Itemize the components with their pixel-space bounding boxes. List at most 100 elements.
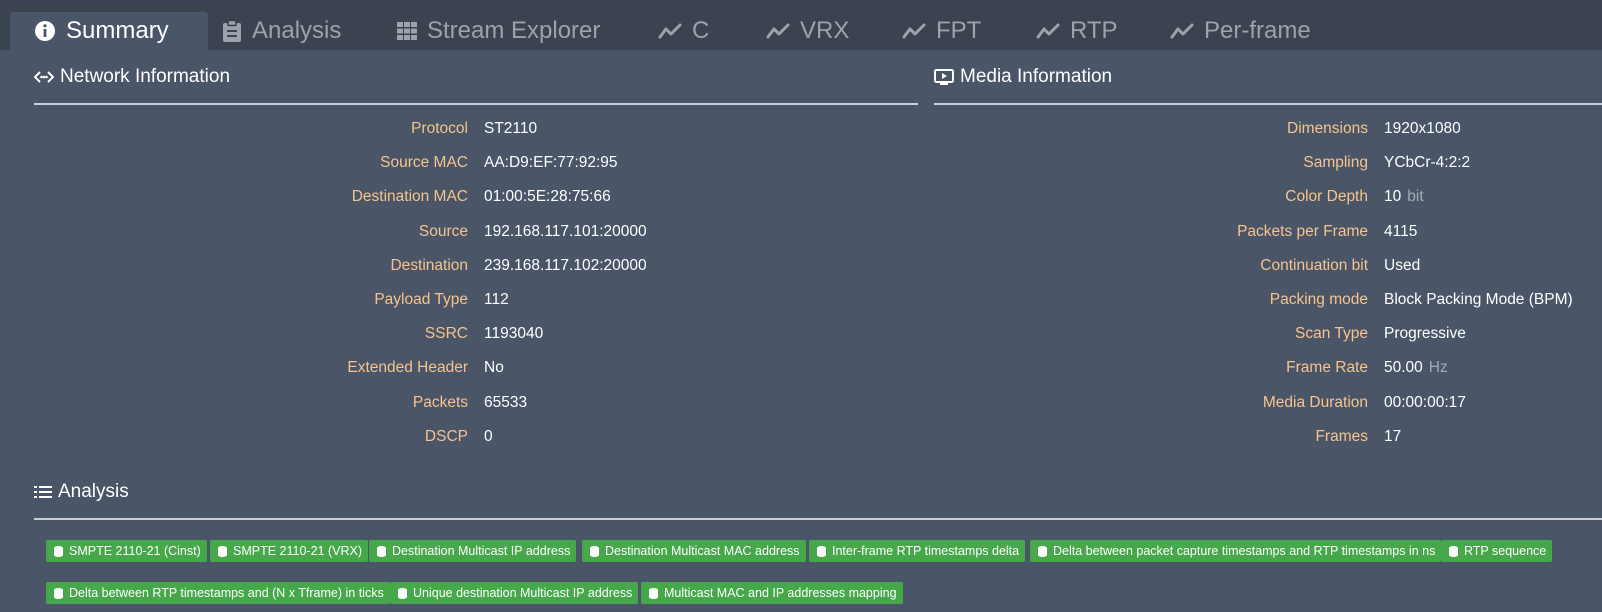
network-field-label: Packets bbox=[412, 393, 468, 411]
media-field-label: Packing mode bbox=[1269, 291, 1368, 308]
unit-label: Hz bbox=[1428, 359, 1448, 377]
badge-label: Delta between RTP timestamps and (N x Tf… bbox=[69, 586, 384, 600]
tab-fpt[interactable]: FPT bbox=[902, 12, 981, 50]
network-field-value: 192.168.117.101:20000 bbox=[484, 222, 647, 240]
tab-label: Per-frame bbox=[1204, 17, 1311, 44]
analysis-badge[interactable]: Inter-frame RTP timestamps delta bbox=[809, 540, 1026, 562]
analysis-badge[interactable]: Unique destination Multicast IP address bbox=[390, 582, 639, 604]
tab-label: C bbox=[692, 17, 710, 44]
media-field-value: Used bbox=[1384, 257, 1420, 275]
media-field-value: YCbCr-4:2:2 bbox=[1384, 154, 1470, 172]
tab-stream-explorer[interactable]: Stream Explorer bbox=[397, 12, 600, 50]
tab-label: RTP bbox=[1070, 17, 1118, 44]
media-value-text: 4115 bbox=[1384, 222, 1418, 240]
tab-per-frame[interactable]: Per-frame bbox=[1170, 12, 1311, 50]
analysis-badge[interactable]: Delta between RTP timestamps and (N x Tf… bbox=[46, 582, 390, 604]
network-field-label: Source bbox=[418, 222, 468, 240]
media-value-text: 17 bbox=[1384, 427, 1402, 445]
media-field-label: Media Duration bbox=[1262, 393, 1368, 411]
badge-label: SMPTE 2110-21 (VRX) bbox=[233, 544, 362, 558]
tab-label: Analysis bbox=[252, 17, 342, 44]
media-value-text: Used bbox=[1384, 256, 1421, 274]
line-chart-icon bbox=[1036, 23, 1060, 39]
network-field-value: ST2110 bbox=[484, 120, 538, 137]
media-value-text: 10 bbox=[1384, 188, 1402, 206]
database-icon bbox=[590, 545, 599, 557]
network-field-label: Destination bbox=[390, 256, 468, 274]
network-field-value: 112 bbox=[484, 291, 509, 308]
badge-label: Delta between packet capture timestamps … bbox=[1053, 544, 1436, 558]
media-field-value: Progressive bbox=[1384, 325, 1466, 343]
divider bbox=[34, 103, 918, 105]
badge-label: Unique destination Multicast IP address bbox=[413, 586, 633, 600]
analysis-badge[interactable]: SMPTE 2110-21 (Cinst) bbox=[46, 540, 207, 562]
badge-label: Destination Multicast IP address bbox=[392, 544, 571, 558]
unit-label: bit bbox=[1407, 188, 1424, 206]
badge-label: SMPTE 2110-21 (Cinst) bbox=[69, 544, 201, 558]
media-value-text: YCbCr-4:2:2 bbox=[1384, 154, 1471, 172]
network-field-value: 239.168.117.102:20000 bbox=[484, 256, 647, 274]
info-icon bbox=[35, 21, 55, 41]
list-icon bbox=[34, 486, 52, 498]
media-value-text: Block Packing Mode (BPM) bbox=[1384, 291, 1573, 308]
media-value-text: Progressive bbox=[1384, 325, 1466, 343]
tab-label: Stream Explorer bbox=[427, 17, 601, 44]
media-field-label: Sampling bbox=[1303, 154, 1368, 172]
tab-bar: Summary Analysis Stream Explorer C VRX F… bbox=[0, 0, 1602, 50]
analysis-badge[interactable]: Destination Multicast IP address bbox=[369, 540, 577, 562]
network-field-value: 65533 bbox=[484, 393, 528, 411]
database-icon bbox=[218, 545, 227, 557]
clipboard-icon bbox=[223, 20, 241, 42]
grid-icon bbox=[397, 22, 417, 40]
play-screen-icon bbox=[934, 69, 954, 85]
network-field-label: Extended Header bbox=[347, 359, 468, 377]
section-title-text: Media Information bbox=[960, 66, 1113, 87]
badge-label: RTP sequence bbox=[1464, 544, 1547, 558]
network-info-title: Network Information bbox=[34, 66, 230, 88]
database-icon bbox=[817, 545, 826, 557]
media-field-value: Block Packing Mode (BPM) bbox=[1384, 291, 1573, 309]
media-field-value: 4115 bbox=[1384, 223, 1417, 241]
badge-label: Inter-frame RTP timestamps delta bbox=[832, 544, 1020, 558]
database-icon bbox=[1038, 545, 1047, 557]
network-field-value: AA:D9:EF:77:92:95 bbox=[484, 154, 618, 172]
analysis-badge[interactable]: Destination Multicast MAC address bbox=[582, 540, 806, 562]
tab-vrx[interactable]: VRX bbox=[766, 12, 849, 50]
media-field-value: 10 bit bbox=[1384, 188, 1424, 206]
media-field-label: Dimensions bbox=[1287, 120, 1368, 137]
media-field-label: Color Depth bbox=[1285, 188, 1368, 206]
analysis-badge[interactable]: Multicast MAC and IP addresses mapping bbox=[641, 582, 903, 604]
badge-label: Multicast MAC and IP addresses mapping bbox=[664, 586, 897, 600]
tab-label: Summary bbox=[66, 17, 169, 44]
analysis-badge[interactable]: RTP sequence bbox=[1441, 540, 1553, 562]
network-field-label: Destination MAC bbox=[351, 188, 468, 206]
database-icon bbox=[649, 587, 658, 599]
media-value-text: 00:00:00:17 bbox=[1384, 393, 1466, 411]
tab-label: FPT bbox=[936, 17, 982, 44]
line-chart-icon bbox=[1170, 23, 1194, 39]
media-value-text: 50.00 bbox=[1384, 359, 1423, 377]
database-icon bbox=[398, 587, 407, 599]
network-field-label: Source MAC bbox=[380, 154, 468, 172]
network-field-label: Payload Type bbox=[374, 291, 468, 308]
network-field-value: No bbox=[484, 359, 504, 377]
divider bbox=[34, 518, 1602, 520]
section-title-text: Network Information bbox=[60, 66, 231, 87]
line-chart-icon bbox=[902, 23, 926, 39]
database-icon bbox=[54, 587, 63, 599]
media-field-label: Scan Type bbox=[1295, 325, 1368, 343]
divider bbox=[934, 103, 1602, 105]
network-icon bbox=[34, 71, 54, 83]
tab-rtp[interactable]: RTP bbox=[1036, 12, 1118, 50]
database-icon bbox=[1449, 545, 1458, 557]
media-info-title: Media Information bbox=[934, 66, 1112, 88]
badge-label: Destination Multicast MAC address bbox=[605, 544, 800, 558]
network-field-value: 01:00:5E:28:75:66 bbox=[484, 188, 611, 206]
media-field-label: Packets per Frame bbox=[1237, 222, 1368, 240]
analysis-badge[interactable]: SMPTE 2110-21 (VRX) bbox=[210, 540, 368, 562]
media-value-text: 1920x1080 bbox=[1384, 120, 1461, 137]
analysis-badge[interactable]: Delta between packet capture timestamps … bbox=[1030, 540, 1442, 562]
tab-c[interactable]: C bbox=[658, 12, 709, 50]
tab-analysis[interactable]: Analysis bbox=[222, 12, 341, 50]
tab-summary[interactable]: Summary bbox=[10, 12, 208, 50]
